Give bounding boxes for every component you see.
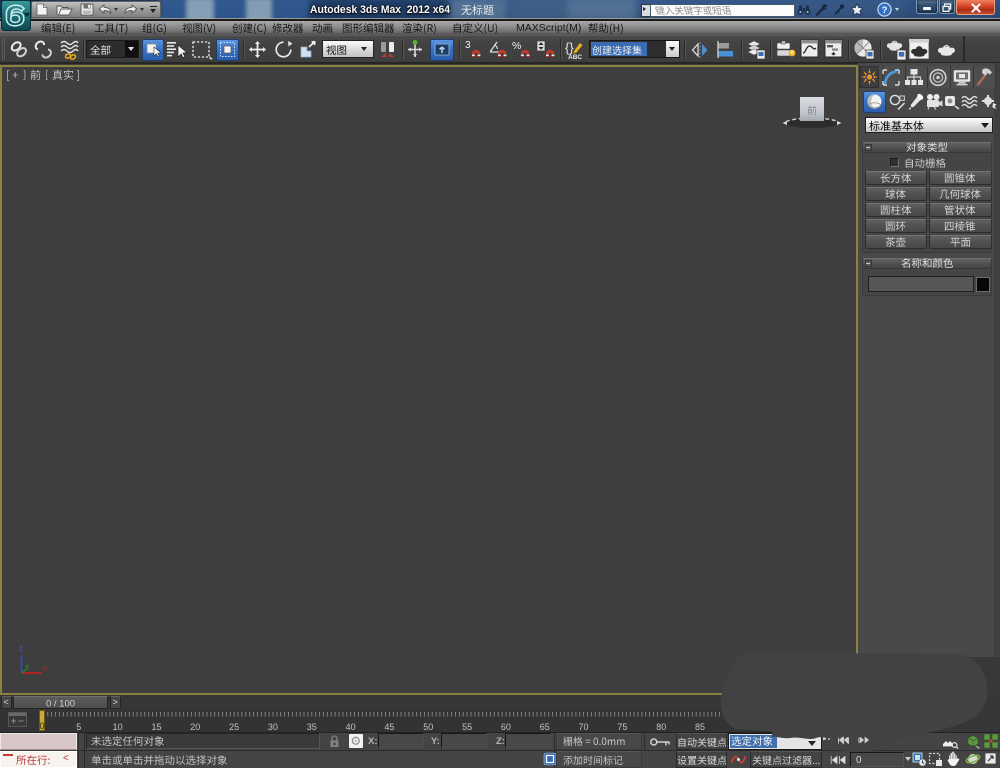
svg-text:3: 3 bbox=[465, 40, 471, 51]
svg-text:{}: {} bbox=[565, 40, 574, 55]
svg-text:40: 40 bbox=[346, 722, 356, 732]
svg-text:75: 75 bbox=[617, 722, 627, 732]
svg-text:z: z bbox=[19, 644, 23, 653]
svg-text:20: 20 bbox=[190, 722, 200, 732]
svg-text:x: x bbox=[43, 664, 47, 673]
svg-text:70: 70 bbox=[578, 722, 588, 732]
svg-text:25: 25 bbox=[229, 722, 239, 732]
svg-text:55: 55 bbox=[462, 722, 472, 732]
svg-text:60: 60 bbox=[501, 722, 511, 732]
svg-text:30: 30 bbox=[268, 722, 278, 732]
svg-text:5: 5 bbox=[76, 722, 81, 732]
svg-text:0 / 100: 0 / 100 bbox=[46, 699, 75, 710]
svg-text:?: ? bbox=[882, 5, 888, 16]
svg-text:Y:: Y: bbox=[431, 736, 440, 747]
svg-text:15: 15 bbox=[151, 722, 161, 732]
svg-text:35: 35 bbox=[307, 722, 317, 732]
svg-text:45: 45 bbox=[384, 722, 394, 732]
svg-text:65: 65 bbox=[540, 722, 550, 732]
svg-text:ABC: ABC bbox=[568, 54, 582, 60]
svg-text:X:: X: bbox=[368, 736, 378, 747]
svg-text:10: 10 bbox=[113, 722, 123, 732]
svg-text:50: 50 bbox=[423, 722, 433, 732]
svg-text:Z:: Z: bbox=[496, 736, 505, 747]
svg-text:%: % bbox=[512, 40, 521, 52]
svg-text:80: 80 bbox=[656, 722, 666, 732]
svg-text:0: 0 bbox=[39, 721, 44, 731]
